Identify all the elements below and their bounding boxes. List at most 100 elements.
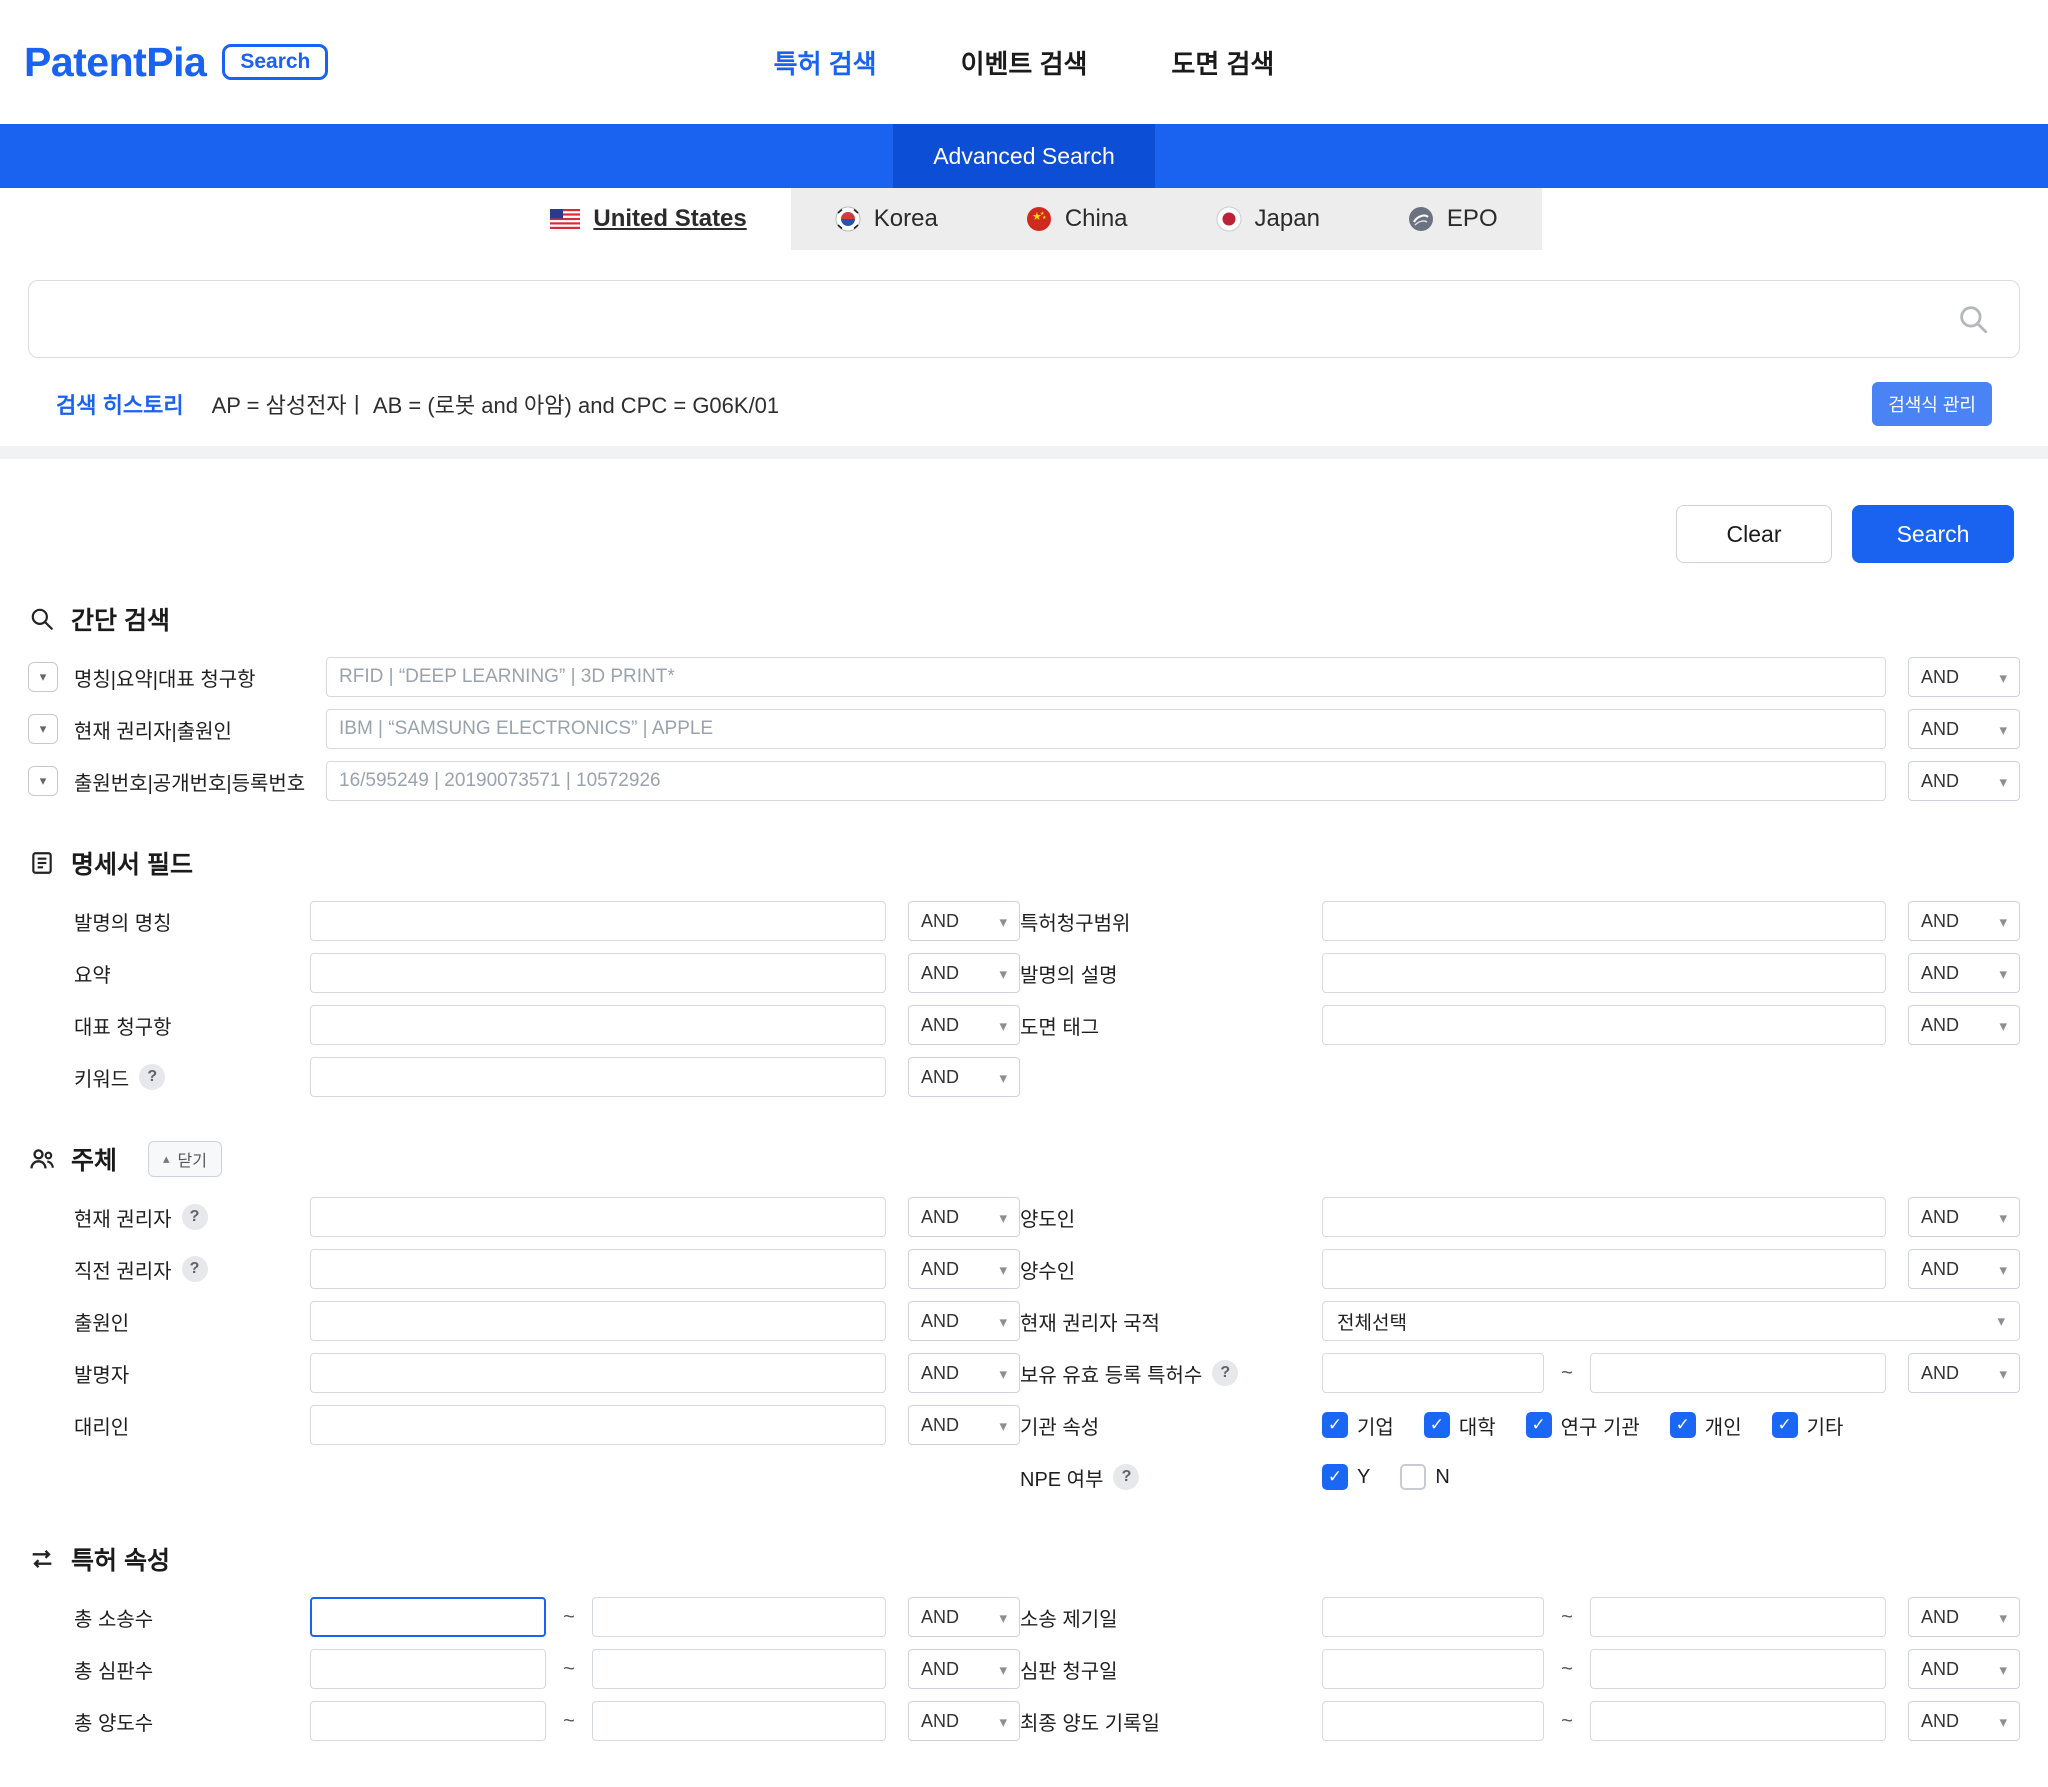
applicant-input[interactable] — [310, 1301, 886, 1341]
country-tab-japan[interactable]: Japan — [1172, 188, 1364, 250]
boolean-operator-select[interactable]: AND — [1908, 657, 2020, 697]
help-icon[interactable] — [1212, 1360, 1238, 1386]
clear-button[interactable]: Clear — [1676, 505, 1832, 563]
abstract-input[interactable] — [310, 953, 886, 993]
nav-patent-search[interactable]: 특허 검색 — [774, 44, 877, 81]
representative-claim-input[interactable] — [310, 1005, 886, 1045]
assignee-applicant-input[interactable] — [326, 709, 1886, 749]
boolean-operator-select[interactable]: AND — [908, 1597, 1020, 1637]
valid-patent-count-from-input[interactable] — [1322, 1353, 1544, 1393]
logo[interactable]: PatentPia Search — [24, 39, 328, 86]
boolean-operator-select[interactable]: AND — [908, 1057, 1020, 1097]
title-abstract-claim-input[interactable] — [326, 657, 1886, 697]
checkbox-unchecked-icon[interactable] — [1400, 1464, 1426, 1490]
total-litigation-from-input[interactable] — [310, 1597, 546, 1637]
description-input[interactable] — [1322, 953, 1886, 993]
npe-no[interactable]: N — [1400, 1464, 1449, 1490]
boolean-operator-select[interactable]: AND — [1908, 953, 2020, 993]
inventor-input[interactable] — [310, 1353, 886, 1393]
boolean-operator-select[interactable]: AND — [908, 1249, 1020, 1289]
drawing-tag-input[interactable] — [1322, 1005, 1886, 1045]
trial-date-from-input[interactable] — [1322, 1649, 1544, 1689]
total-assignment-to-input[interactable] — [592, 1701, 886, 1741]
boolean-operator-select[interactable]: AND — [908, 1649, 1020, 1689]
boolean-operator-select[interactable]: AND — [1908, 901, 2020, 941]
search-button[interactable]: Search — [1852, 505, 2014, 563]
total-trial-to-input[interactable] — [592, 1649, 886, 1689]
boolean-operator-select[interactable]: AND — [1908, 1249, 2020, 1289]
field-dropdown-button[interactable] — [28, 766, 58, 796]
country-tab-united-states[interactable]: United States — [506, 188, 790, 250]
boolean-operator-select[interactable]: AND — [908, 1353, 1020, 1393]
help-icon[interactable] — [182, 1204, 208, 1230]
field-label: 발명자 — [28, 1359, 310, 1388]
boolean-operator-select[interactable]: AND — [908, 901, 1020, 941]
nav-drawing-search[interactable]: 도면 검색 — [1171, 44, 1274, 81]
org-type-individual[interactable]: 개인 — [1670, 1411, 1742, 1440]
boolean-operator-select[interactable]: AND — [908, 953, 1020, 993]
checkbox-checked-icon[interactable] — [1322, 1412, 1348, 1438]
country-tab-china[interactable]: ★★★ China — [982, 188, 1172, 250]
boolean-operator-select[interactable]: AND — [1908, 1005, 2020, 1045]
main-search-input[interactable] — [29, 281, 2019, 357]
assignee-input[interactable] — [1322, 1249, 1886, 1289]
boolean-operator-select[interactable]: AND — [1908, 1197, 2020, 1237]
search-history-link[interactable]: 검색 히스토리 — [56, 388, 184, 420]
search-history-query[interactable]: AP = 삼성전자ㅣ AB = (로봇 and 아암) and CPC = G0… — [212, 388, 780, 420]
boolean-operator-select[interactable]: AND — [1908, 1353, 2020, 1393]
boolean-operator-select[interactable]: AND — [908, 1005, 1020, 1045]
boolean-operator-select[interactable]: AND — [908, 1701, 1020, 1741]
boolean-operator-select[interactable]: AND — [908, 1405, 1020, 1445]
document-icon — [28, 849, 56, 877]
help-icon[interactable] — [139, 1064, 165, 1090]
keyword-input[interactable] — [310, 1057, 886, 1097]
npe-yes[interactable]: Y — [1322, 1464, 1370, 1490]
field-dropdown-button[interactable] — [28, 662, 58, 692]
field-dropdown-button[interactable] — [28, 714, 58, 744]
sliders-icon — [28, 1545, 56, 1573]
org-type-other[interactable]: 기타 — [1772, 1411, 1844, 1440]
invention-title-input[interactable] — [310, 901, 886, 941]
current-assignee-input[interactable] — [310, 1197, 886, 1237]
total-trial-from-input[interactable] — [310, 1649, 546, 1689]
boolean-operator-select[interactable]: AND — [1908, 709, 2020, 749]
country-tab-korea[interactable]: Korea — [791, 188, 982, 250]
checkbox-checked-icon[interactable] — [1526, 1412, 1552, 1438]
valid-patent-count-to-input[interactable] — [1590, 1353, 1886, 1393]
attorney-input[interactable] — [310, 1405, 886, 1445]
assignor-input[interactable] — [1322, 1197, 1886, 1237]
checkbox-checked-icon[interactable] — [1424, 1412, 1450, 1438]
boolean-operator-select[interactable]: AND — [1908, 1597, 2020, 1637]
total-assignment-from-input[interactable] — [310, 1701, 546, 1741]
checkbox-checked-icon[interactable] — [1322, 1464, 1348, 1490]
checkbox-checked-icon[interactable] — [1772, 1412, 1798, 1438]
boolean-operator-select[interactable]: AND — [1908, 1649, 2020, 1689]
help-icon[interactable] — [1113, 1464, 1139, 1490]
previous-assignee-input[interactable] — [310, 1249, 886, 1289]
org-type-university[interactable]: 대학 — [1424, 1411, 1496, 1440]
help-icon[interactable] — [182, 1256, 208, 1282]
boolean-operator-select[interactable]: AND — [1908, 761, 2020, 801]
advanced-search-tab[interactable]: Advanced Search — [893, 124, 1155, 188]
form-row: 발명자 AND — [28, 1347, 1020, 1399]
org-type-research-institute[interactable]: 연구 기관 — [1526, 1411, 1640, 1440]
country-tab-epo[interactable]: EPO — [1364, 188, 1542, 250]
litigation-date-to-input[interactable] — [1590, 1597, 1886, 1637]
nationality-select[interactable]: 전체선택 — [1322, 1301, 2020, 1341]
application-number-input[interactable] — [326, 761, 1886, 801]
boolean-operator-select[interactable]: AND — [908, 1197, 1020, 1237]
collapse-section-button[interactable]: 닫기 — [148, 1141, 222, 1177]
nav-event-search[interactable]: 이벤트 검색 — [961, 44, 1088, 81]
search-icon[interactable] — [1951, 297, 1995, 341]
last-assignment-date-from-input[interactable] — [1322, 1701, 1544, 1741]
boolean-operator-select[interactable]: AND — [1908, 1701, 2020, 1741]
claims-input[interactable] — [1322, 901, 1886, 941]
org-type-corporation[interactable]: 기업 — [1322, 1411, 1394, 1440]
total-litigation-to-input[interactable] — [592, 1597, 886, 1637]
litigation-date-from-input[interactable] — [1322, 1597, 1544, 1637]
manage-queries-button[interactable]: 검색식 관리 — [1872, 382, 1992, 426]
checkbox-checked-icon[interactable] — [1670, 1412, 1696, 1438]
boolean-operator-select[interactable]: AND — [908, 1301, 1020, 1341]
trial-date-to-input[interactable] — [1590, 1649, 1886, 1689]
last-assignment-date-to-input[interactable] — [1590, 1701, 1886, 1741]
